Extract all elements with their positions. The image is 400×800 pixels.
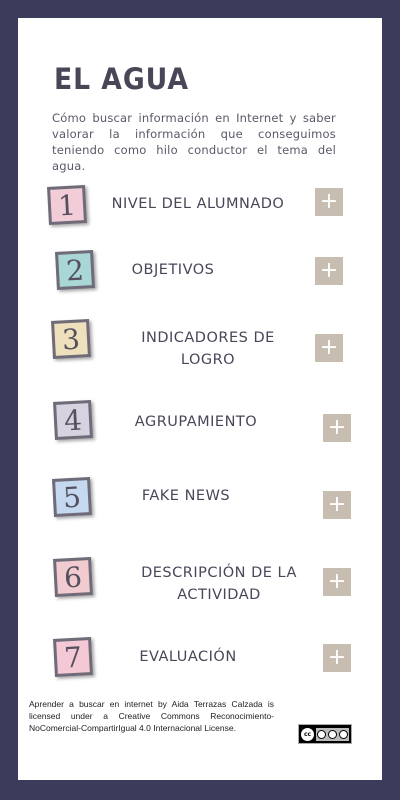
- number-badge-3: 3: [51, 319, 91, 359]
- expand-button-2[interactable]: +: [315, 257, 343, 285]
- item-label-5: FAKE NEWS: [141, 488, 231, 504]
- expand-button-6[interactable]: +: [323, 568, 351, 596]
- number-badge-5: 5: [52, 477, 92, 517]
- page-title: EL AGUA: [54, 62, 189, 96]
- item-label-1: NIVEL DEL ALUMNADO: [111, 196, 285, 212]
- item-label-4: AGRUPAMIENTO: [134, 414, 258, 430]
- number-badge-4: 4: [53, 400, 93, 440]
- expand-button-4[interactable]: +: [323, 414, 351, 442]
- item-label-3: INDICADORES DE LOGRO: [141, 330, 275, 368]
- item-label-7: EVALUACIÓN: [139, 649, 237, 665]
- cc-license-icons: [316, 727, 349, 741]
- item-label-2: OBJETIVOS: [131, 262, 215, 278]
- item-label-6: DESCRIPCIÓN DE LA ACTIVIDAD: [141, 565, 297, 603]
- expand-button-1[interactable]: +: [315, 188, 343, 216]
- infographic-card: EL AGUA Cómo buscar información en Inter…: [18, 18, 382, 780]
- number-badge-1: 1: [47, 185, 87, 225]
- license-text: Aprender a buscar en internet by Aida Te…: [29, 699, 274, 733]
- number-badge-7: 7: [53, 637, 93, 677]
- cc-logo: cc: [301, 727, 314, 741]
- number-badge-2: 2: [55, 250, 95, 290]
- intro-text: Cómo buscar información en Internet y sa…: [52, 111, 336, 173]
- expand-button-3[interactable]: +: [315, 334, 343, 362]
- expand-button-7[interactable]: +: [323, 644, 351, 672]
- creative-commons-by-nc-sa-icon[interactable]: cc: [298, 724, 352, 744]
- number-badge-6: 6: [53, 557, 93, 597]
- expand-button-5[interactable]: +: [323, 491, 351, 519]
